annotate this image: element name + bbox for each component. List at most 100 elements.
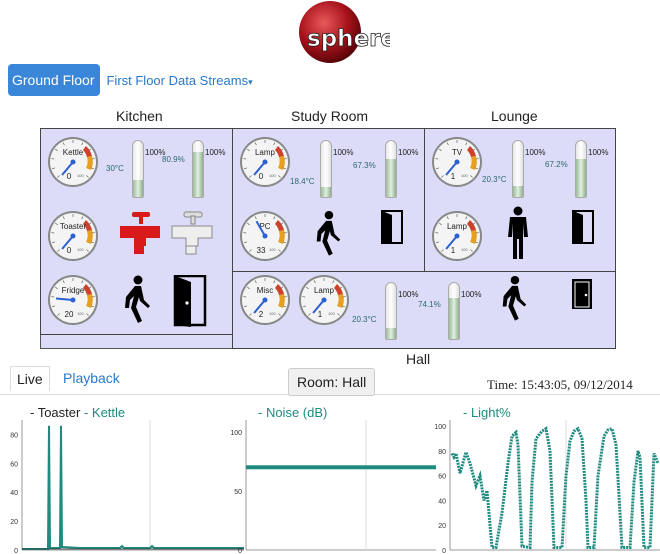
gauge-value: 0 bbox=[67, 172, 72, 181]
gauge-label: Misc bbox=[257, 286, 273, 295]
thermometer-max-label: 100% bbox=[398, 290, 419, 299]
chevron-down-icon: ▾ bbox=[248, 76, 253, 87]
gauge-scale-max: 100 bbox=[328, 311, 335, 316]
gauge-scale-max: 100 bbox=[461, 173, 468, 178]
noise-chart: 100 50 0 bbox=[230, 420, 436, 554]
temperature-value: 18.4°C bbox=[290, 177, 315, 186]
appliance-power-chart: 80 60 40 20 0 bbox=[10, 420, 244, 554]
y-tick-label: 0 bbox=[14, 548, 18, 554]
power-gauge: Fridge 10020 bbox=[48, 275, 98, 325]
y-tick-label: 60 bbox=[10, 461, 18, 468]
y-tick-label: 40 bbox=[10, 490, 18, 497]
humidity-value: 67.2% bbox=[545, 160, 568, 169]
gauge-value: 33 bbox=[257, 246, 266, 255]
gauge-scale-max: 100 bbox=[77, 173, 84, 178]
power-gauge: Lamp 100 0 bbox=[240, 137, 290, 187]
power-gauge: Lamp 100 1 bbox=[432, 211, 482, 261]
gauge-value: 1 bbox=[451, 246, 456, 255]
sphere-logo: sphere bbox=[299, 1, 390, 63]
gauge-label: Lamp bbox=[314, 286, 335, 295]
legend-toaster: - Toaster bbox=[30, 405, 81, 420]
thermometer-max-label: 100% bbox=[205, 148, 226, 157]
power-gauge: Kettle 100 0 bbox=[48, 137, 98, 187]
thermometer-max-label: 100% bbox=[398, 148, 419, 157]
open-door-icon bbox=[381, 210, 403, 244]
walking-person-icon bbox=[316, 210, 341, 256]
humidity-thermometer bbox=[385, 140, 397, 198]
y-tick-label: 20 bbox=[10, 519, 18, 526]
y-tick-label: 80 bbox=[10, 432, 18, 439]
gauge-label: TV bbox=[452, 148, 463, 157]
gauge-scale-max: 100 bbox=[269, 311, 276, 316]
noise-series-band bbox=[246, 465, 436, 470]
standing-person-icon bbox=[508, 206, 528, 259]
gauge-label: Lamp bbox=[255, 148, 276, 157]
room-select-button[interactable]: Room: Hall bbox=[288, 368, 376, 396]
walking-person-icon bbox=[125, 275, 150, 323]
gauge-value: 0 bbox=[67, 246, 72, 255]
temperature-thermometer bbox=[385, 282, 397, 340]
closed-door-icon bbox=[572, 279, 592, 309]
walking-person-icon bbox=[502, 275, 527, 321]
gauge-scale-max: 100 bbox=[77, 311, 84, 316]
temperature-value: 20.3°C bbox=[352, 315, 377, 324]
open-door-icon bbox=[572, 210, 594, 244]
thermometer-max-label: 100% bbox=[333, 148, 354, 157]
gauge-scale-max: 100 bbox=[461, 247, 468, 252]
chart-title-noise: - Noise (dB) bbox=[258, 405, 328, 420]
humidity-thermometer bbox=[192, 140, 204, 198]
floor-nav: Ground Floor First Floor Data Streams▾ bbox=[8, 64, 253, 96]
gauge-value: 1 bbox=[451, 172, 456, 181]
power-gauge: Toaster 100 0 bbox=[48, 211, 98, 261]
current-time: Time: 15:43:05, 09/12/2014 bbox=[487, 377, 633, 392]
svg-text:sphere: sphere bbox=[307, 26, 390, 52]
chart-title-light: - Light% bbox=[463, 405, 511, 420]
ground-floor-tab[interactable]: Ground Floor bbox=[8, 64, 101, 96]
y-tick-label: 20 bbox=[438, 523, 446, 530]
light-series-line bbox=[450, 426, 660, 550]
gauge-scale-max: 100 bbox=[269, 247, 276, 252]
temperature-value: 20.3°C bbox=[482, 175, 507, 184]
tab-playback[interactable]: Playback bbox=[63, 370, 120, 386]
y-tick-label: 80 bbox=[438, 449, 446, 456]
y-tick-label: 0 bbox=[238, 548, 242, 554]
power-gauge: TV 100 1 bbox=[432, 137, 482, 187]
kettle-series-line bbox=[22, 425, 244, 550]
humidity-value: 67.3% bbox=[353, 161, 376, 170]
y-tick-label: 100 bbox=[230, 430, 242, 437]
room-title-lounge: Lounge bbox=[491, 108, 538, 124]
y-tick-label: 60 bbox=[438, 474, 446, 481]
temperature-thermometer bbox=[512, 140, 524, 198]
y-tick-label: 50 bbox=[234, 489, 242, 496]
y-tick-label: 40 bbox=[438, 498, 446, 505]
power-gauge: Misc 100 2 bbox=[240, 275, 290, 325]
first-floor-dropdown[interactable]: First Floor Data Streams▾ bbox=[106, 73, 252, 88]
gauge-label: Lamp bbox=[447, 222, 468, 231]
gauge-scale-max: 100 bbox=[77, 247, 84, 252]
gauge-label: Toaster bbox=[60, 222, 87, 231]
temperature-thermometer bbox=[132, 140, 144, 198]
power-gauge: PC10033 bbox=[240, 211, 290, 261]
cold-tap-icon bbox=[171, 211, 213, 255]
y-tick-label: 100 bbox=[434, 424, 446, 431]
room-title-study: Study Room bbox=[291, 108, 369, 124]
light-chart: 100 80 60 40 20 0 bbox=[434, 420, 660, 554]
temperature-value: 30°C bbox=[106, 164, 124, 173]
humidity-thermometer bbox=[575, 140, 587, 198]
humidity-value: 80.9% bbox=[162, 155, 185, 164]
hot-tap-icon bbox=[120, 212, 160, 254]
gauge-value: 1 bbox=[318, 310, 323, 319]
thermometer-max-label: 100% bbox=[461, 290, 482, 299]
open-door-icon bbox=[173, 275, 207, 327]
legend-kettle: - Kettle bbox=[83, 405, 126, 420]
tab-live[interactable]: Live bbox=[10, 366, 50, 391]
room-title-kitchen: Kitchen bbox=[116, 108, 163, 124]
humidity-thermometer bbox=[448, 282, 460, 340]
gauge-label: Fridge bbox=[62, 286, 85, 295]
temperature-thermometer bbox=[320, 140, 332, 198]
humidity-value: 74.1% bbox=[418, 300, 441, 309]
gauge-label: Kettle bbox=[63, 148, 84, 157]
chart-title-appliances: - Toaster - Kettle bbox=[30, 405, 125, 420]
thermometer-max-label: 100% bbox=[525, 148, 546, 157]
gauge-scale-max: 100 bbox=[269, 173, 276, 178]
